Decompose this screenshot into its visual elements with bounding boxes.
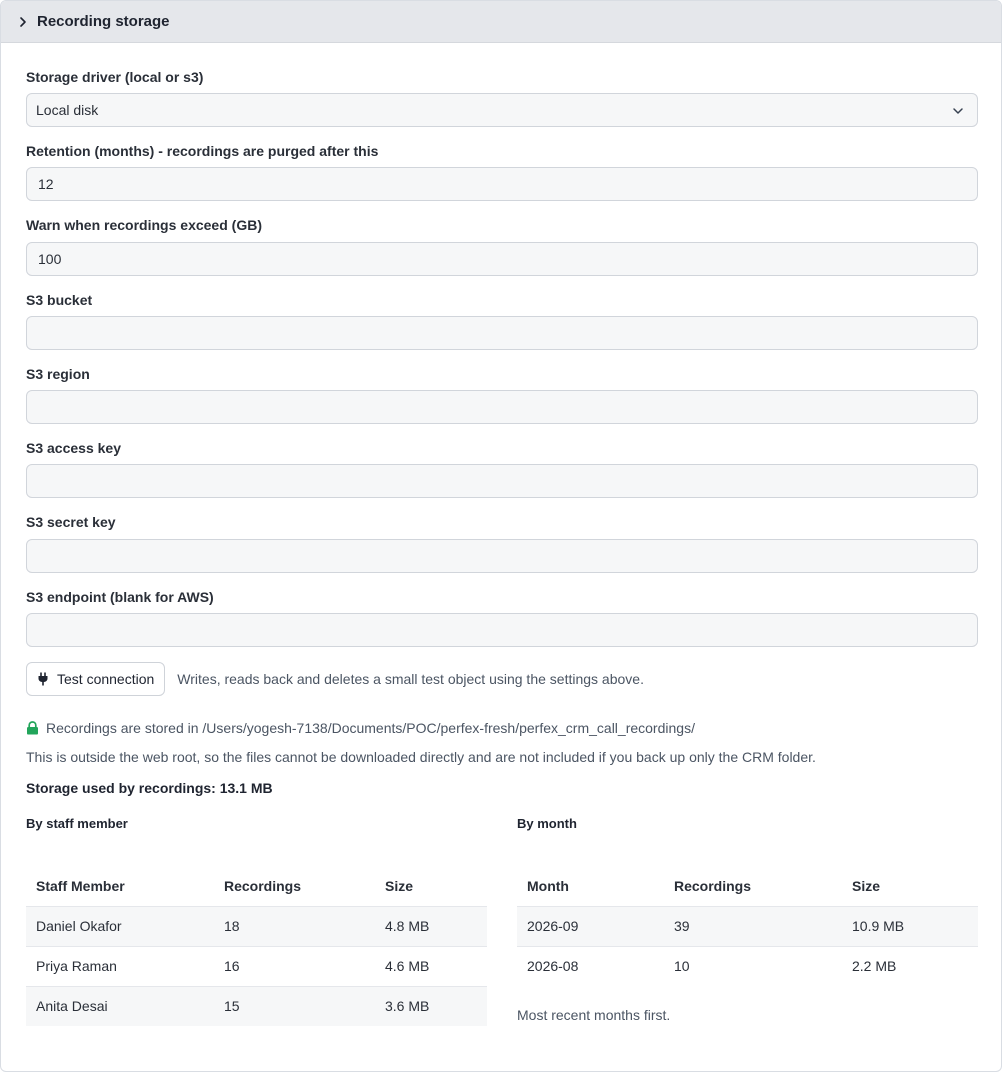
by-month-heading: By month: [517, 816, 577, 831]
chevron-right-icon: [17, 16, 29, 28]
by-month-table: Month Recordings Size 2026-09 39 10.9 MB…: [517, 866, 978, 986]
chevron-down-icon: [951, 104, 965, 118]
column-header: Recordings: [664, 866, 842, 907]
plug-icon: [37, 672, 49, 686]
secret-key-input[interactable]: [26, 539, 978, 573]
test-connection-row: Test connection Writes, reads back and d…: [26, 662, 644, 696]
test-connection-button[interactable]: Test connection: [26, 662, 166, 696]
month-label: 2026-09: [517, 906, 664, 947]
table-header-row: Staff Member Recordings Size: [26, 866, 487, 907]
driver-label: Storage driver (local or s3): [26, 69, 204, 85]
table-row: 2026-08 10 2.2 MB: [517, 946, 978, 986]
staff-size: 4.8 MB: [375, 906, 487, 947]
bucket-label: S3 bucket: [26, 292, 93, 308]
by-staff-table: Staff Member Recordings Size Daniel Okaf…: [26, 866, 487, 1026]
table-row: 2026-09 39 10.9 MB: [517, 906, 978, 947]
bucket-field: S3 bucket: [26, 291, 978, 350]
retention-value: 12: [38, 176, 54, 192]
month-recordings: 39: [664, 906, 842, 947]
staff-name: Priya Raman: [26, 946, 214, 987]
panel-title: Recording storage: [37, 13, 170, 30]
month-recordings: 10: [674, 958, 690, 975]
warn-field: Warn when recordings exceed (GB) 100: [26, 216, 978, 276]
storage-used: Storage used by recordings: 13.1 MB: [26, 780, 273, 796]
month-label: 2026-08: [527, 958, 579, 975]
driver-select[interactable]: Local disk: [26, 93, 978, 127]
retention-field: Retention (months) - recordings are purg…: [26, 142, 978, 201]
staff-size: 4.6 MB: [375, 946, 487, 987]
recording-storage-panel: Recording storage Storage driver (local …: [0, 0, 1002, 1072]
panel-header[interactable]: Recording storage: [1, 1, 1001, 43]
by-month-footnote: Most recent months first.: [517, 1007, 671, 1023]
column-header: Size: [842, 866, 978, 907]
retention-input[interactable]: 12: [26, 167, 978, 201]
lock-icon: [26, 721, 39, 735]
storage-location-text: Recordings are stored in /Users/yogesh-7…: [46, 720, 695, 736]
secret-key-field: S3 secret key: [26, 513, 978, 573]
month-size: 2.2 MB: [852, 958, 897, 975]
region-input[interactable]: [26, 390, 978, 424]
table-header-row: Month Recordings Size: [517, 866, 978, 907]
storage-note: This is outside the web root, so the fil…: [26, 749, 816, 765]
staff-name: Anita Desai: [26, 986, 214, 1026]
access-key-label: S3 access key: [26, 440, 121, 456]
column-header: Recordings: [214, 866, 375, 907]
driver-field: Storage driver (local or s3) Local disk: [26, 68, 978, 127]
staff-size: 3.6 MB: [375, 986, 487, 1026]
staff-recordings: 18: [214, 906, 375, 947]
retention-label: Retention (months) - recordings are purg…: [26, 143, 379, 159]
column-header: Size: [375, 866, 487, 907]
endpoint-input[interactable]: [26, 613, 978, 647]
table-row: Anita Desai 15 3.6 MB: [26, 986, 487, 1026]
endpoint-field: S3 endpoint (blank for AWS): [26, 588, 978, 647]
column-header: Month: [517, 866, 664, 907]
table-row: Daniel Okafor 18 4.8 MB: [26, 906, 487, 947]
staff-recordings: 15: [214, 986, 375, 1026]
warn-value: 100: [38, 251, 62, 267]
column-header: Staff Member: [26, 866, 214, 907]
storage-location: Recordings are stored in /Users/yogesh-7…: [26, 720, 695, 736]
endpoint-label: S3 endpoint (blank for AWS): [26, 589, 214, 605]
region-label: S3 region: [26, 366, 90, 382]
staff-recordings: 16: [214, 946, 375, 987]
access-key-field: S3 access key: [26, 439, 978, 498]
by-staff-heading: By staff member: [26, 816, 128, 831]
secret-key-label: S3 secret key: [26, 514, 116, 530]
region-field: S3 region: [26, 365, 978, 424]
staff-name: Daniel Okafor: [26, 906, 214, 947]
test-connection-label: Test connection: [57, 671, 155, 687]
warn-input[interactable]: 100: [26, 242, 978, 276]
month-size: 10.9 MB: [842, 906, 978, 947]
access-key-input[interactable]: [26, 464, 978, 498]
test-connection-hint: Writes, reads back and deletes a small t…: [177, 671, 644, 687]
warn-label: Warn when recordings exceed (GB): [26, 217, 262, 233]
table-row: Priya Raman 16 4.6 MB: [26, 946, 487, 987]
bucket-input[interactable]: [26, 316, 978, 350]
driver-value: Local disk: [36, 102, 99, 118]
